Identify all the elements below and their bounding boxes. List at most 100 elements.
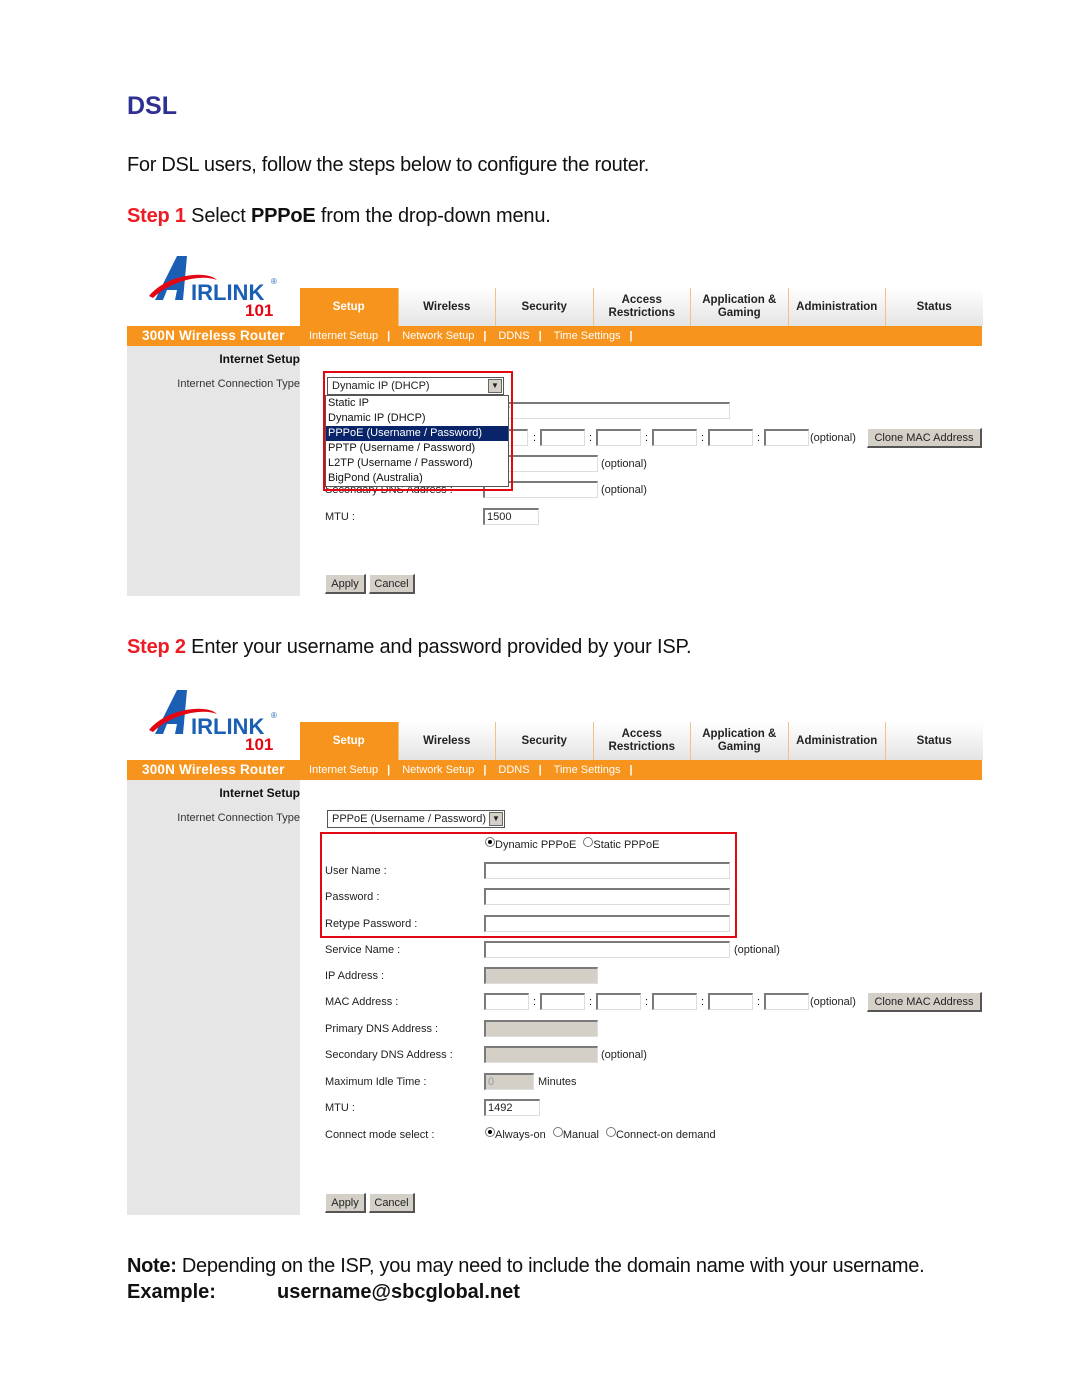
- mac-octet-4[interactable]: [652, 429, 697, 446]
- colon: :: [589, 432, 593, 444]
- separator: |: [483, 330, 487, 342]
- radio-label: Always-on: [495, 1129, 546, 1141]
- radio-always-on[interactable]: [485, 1127, 495, 1137]
- cancel-button[interactable]: Cancel: [369, 574, 415, 594]
- mac-octet-4[interactable]: [652, 993, 697, 1010]
- mac-octet-5[interactable]: [708, 429, 753, 446]
- secondary-dns-label: Secondary DNS Address :: [325, 1049, 453, 1061]
- optional-note: (optional): [810, 432, 856, 444]
- highlight-box: [320, 832, 737, 938]
- step-1-number: Step 1: [127, 205, 186, 227]
- example-label: Example:: [127, 1281, 216, 1303]
- primary-dns-input[interactable]: [484, 1020, 598, 1037]
- svg-text:®: ®: [271, 711, 277, 720]
- connection-type-label: Internet Connection Type: [177, 378, 300, 390]
- tab-administration[interactable]: Administration: [787, 288, 885, 326]
- clone-mac-button[interactable]: Clone MAC Address: [867, 428, 982, 448]
- mtu-label: MTU :: [325, 511, 355, 523]
- subnav-time-settings[interactable]: Time Settings: [554, 330, 621, 342]
- radio-connect-on-demand[interactable]: [605, 1127, 616, 1137]
- mac-octet-5[interactable]: [708, 993, 753, 1010]
- host-name-input[interactable]: 80W: [483, 402, 730, 419]
- mac-octet-6[interactable]: [764, 429, 809, 446]
- product-name: 300N Wireless Router: [142, 328, 285, 343]
- minutes-unit: Minutes: [538, 1076, 577, 1088]
- sub-nav: Internet Setup | Network Setup | DDNS | Tim…: [309, 764, 645, 776]
- connection-type-select[interactable]: PPPoE (Username / Password) ▼: [327, 810, 505, 828]
- airlink-logo: IRLINK ® 101: [147, 252, 287, 322]
- mac-octet-6[interactable]: [764, 993, 809, 1010]
- mac-octet-1[interactable]: [484, 993, 529, 1010]
- max-idle-label: Maximum Idle Time :: [325, 1076, 427, 1088]
- example-value: username@sbcglobal.net: [277, 1281, 520, 1303]
- step-1: Step 1 Select PPPoE from the drop-down m…: [127, 205, 551, 228]
- radio-manual[interactable]: [552, 1127, 563, 1137]
- mtu-input[interactable]: 1492: [484, 1099, 540, 1116]
- sidebar: Internet Setup Internet Connection Type: [127, 346, 300, 596]
- separator: |: [387, 330, 391, 342]
- optional-note: (optional): [601, 484, 647, 496]
- step-2-text: Enter your username and password provide…: [185, 636, 692, 658]
- mac-octet-3[interactable]: [596, 429, 641, 446]
- subnav-network-setup[interactable]: Network Setup: [402, 764, 474, 776]
- note-text: Depending on the ISP, you may need to in…: [176, 1255, 925, 1277]
- tab-security[interactable]: Security: [495, 722, 593, 760]
- apply-button[interactable]: Apply: [325, 1193, 366, 1213]
- connection-type-label: Internet Connection Type: [177, 812, 300, 824]
- tab-application-gaming[interactable]: Application & Gaming: [690, 288, 788, 326]
- tab-wireless[interactable]: Wireless: [397, 288, 495, 326]
- optional-note: (optional): [734, 944, 780, 956]
- max-idle-input[interactable]: 0: [484, 1073, 534, 1090]
- mac-octet-3[interactable]: [596, 993, 641, 1010]
- connect-mode-radio-group: Always-on Manual Connect-on demand: [485, 1127, 720, 1141]
- colon: :: [645, 432, 649, 444]
- radio-label: Connect-on demand: [615, 1129, 716, 1141]
- subnav-ddns[interactable]: DDNS: [498, 764, 529, 776]
- sub-nav: Internet Setup | Network Setup | DDNS | Tim…: [309, 330, 645, 342]
- tab-application-gaming[interactable]: Application & Gaming: [690, 722, 788, 760]
- dropdown-arrow-icon[interactable]: ▼: [489, 812, 503, 826]
- mtu-input[interactable]: 1500: [483, 508, 539, 525]
- subnav-internet-setup[interactable]: Internet Setup: [309, 330, 378, 342]
- optional-note: (optional): [810, 996, 856, 1008]
- optional-note: (optional): [601, 458, 647, 470]
- separator: |: [483, 764, 487, 776]
- tab-security[interactable]: Security: [495, 288, 593, 326]
- ip-address-input[interactable]: [484, 967, 598, 984]
- mac-octet-2[interactable]: [540, 429, 585, 446]
- colon: :: [589, 996, 593, 1008]
- svg-text:101: 101: [245, 301, 273, 320]
- subnav-network-setup[interactable]: Network Setup: [402, 330, 474, 342]
- product-name: 300N Wireless Router: [142, 762, 285, 777]
- sidebar-title: Internet Setup: [219, 352, 300, 366]
- step-1-text-end: from the drop-down menu.: [315, 205, 551, 227]
- separator: |: [538, 764, 542, 776]
- sidebar-title: Internet Setup: [219, 786, 300, 800]
- cancel-button[interactable]: Cancel: [369, 1193, 415, 1213]
- tab-wireless[interactable]: Wireless: [397, 722, 495, 760]
- main-tabs: Setup Wireless Security Access Restricti…: [300, 288, 983, 326]
- secondary-dns-input[interactable]: [484, 1046, 598, 1063]
- mac-address-label: MAC Address :: [325, 996, 399, 1008]
- selected-value: PPPoE (Username / Password): [332, 813, 487, 825]
- clone-mac-button[interactable]: Clone MAC Address: [867, 992, 982, 1012]
- subnav-internet-setup[interactable]: Internet Setup: [309, 764, 378, 776]
- separator: |: [629, 764, 633, 776]
- apply-button[interactable]: Apply: [325, 574, 366, 594]
- colon: :: [757, 996, 761, 1008]
- router-screenshot-2: IRLINK ® 101 Setup Wireless Security Acc…: [127, 686, 983, 1216]
- tab-access-restrictions[interactable]: Access Restrictions: [592, 722, 690, 760]
- sub-navigation-bar: 300N Wireless Router Internet Setup | Net…: [127, 326, 982, 346]
- tab-setup[interactable]: Setup: [300, 722, 398, 760]
- mac-octet-2[interactable]: [540, 993, 585, 1010]
- colon: :: [533, 996, 537, 1008]
- tab-status[interactable]: Status: [885, 288, 983, 326]
- subnav-ddns[interactable]: DDNS: [498, 330, 529, 342]
- tab-setup[interactable]: Setup: [300, 288, 398, 326]
- tab-access-restrictions[interactable]: Access Restrictions: [592, 288, 690, 326]
- subnav-time-settings[interactable]: Time Settings: [554, 764, 621, 776]
- tab-status[interactable]: Status: [885, 722, 983, 760]
- tab-administration[interactable]: Administration: [787, 722, 885, 760]
- service-name-input[interactable]: [484, 941, 730, 958]
- colon: :: [645, 996, 649, 1008]
